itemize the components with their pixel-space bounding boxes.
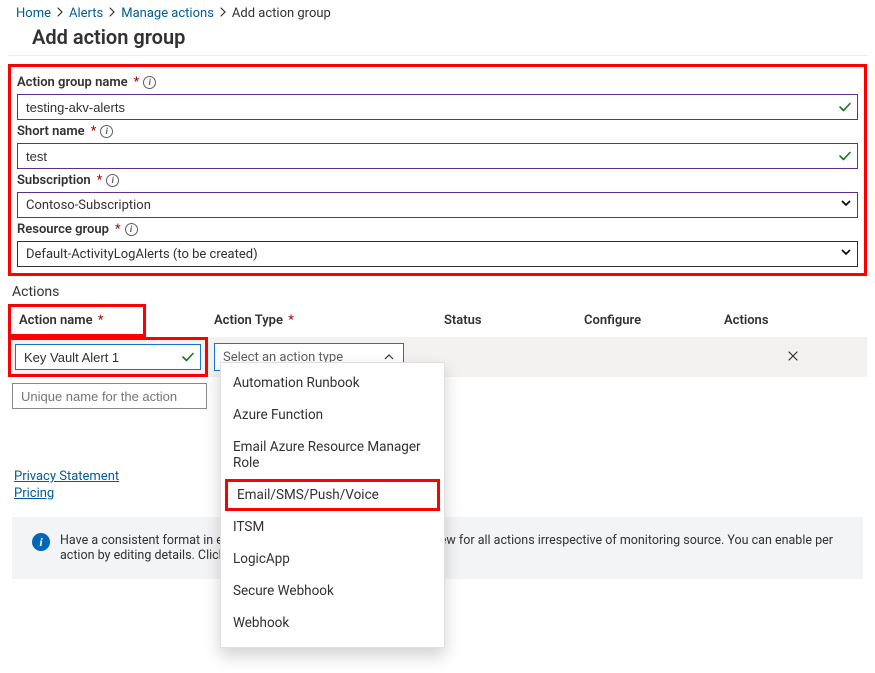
resource-group-label-row: Resource group * i	[17, 222, 858, 237]
required-mark: *	[97, 173, 103, 188]
page-title: Add action group	[32, 25, 867, 49]
dropdown-item-email-arm-role[interactable]: Email Azure Resource Manager Role	[221, 431, 444, 479]
configure-cell	[578, 353, 718, 361]
short-name-label-row: Short name * i	[17, 124, 858, 139]
resource-group-select-wrap: Default-ActivityLogAlerts (to be created…	[17, 241, 858, 267]
action-name-header-callout: Action name *	[8, 304, 146, 337]
row-actions-cell	[718, 344, 867, 371]
short-name-input[interactable]	[17, 143, 858, 169]
action-type-header: Action Type *	[208, 305, 438, 336]
action-name-placeholder-input[interactable]	[12, 383, 207, 409]
required-mark: *	[115, 222, 121, 237]
subscription-selected-value: Contoso-Subscription	[26, 198, 151, 213]
status-header: Status	[438, 305, 578, 336]
action-group-name-label: Action group name	[17, 75, 128, 90]
action-name-cell	[8, 337, 208, 377]
remove-row-button[interactable]	[786, 348, 800, 367]
resource-group-label: Resource group	[17, 222, 109, 237]
action-name-input-wrap	[15, 344, 201, 370]
action-name-header-label: Action name	[19, 313, 93, 328]
actions-header-col: Actions	[718, 305, 867, 336]
breadcrumb-current: Add action group	[232, 6, 331, 21]
valid-check-icon	[838, 100, 852, 114]
breadcrumb-home[interactable]: Home	[16, 6, 51, 21]
dropdown-item-email-sms-push-voice[interactable]: Email/SMS/Push/Voice	[225, 479, 440, 511]
actions-table-header: Action name * Action Type * Status Confi…	[8, 304, 867, 337]
subscription-label: Subscription	[17, 173, 91, 188]
subscription-label-row: Subscription * i	[17, 173, 858, 188]
resource-group-select[interactable]: Default-ActivityLogAlerts (to be created…	[17, 241, 858, 267]
info-icon[interactable]: i	[125, 223, 138, 236]
form-callout: Action group name * i Short name * i Sub…	[8, 64, 867, 276]
breadcrumb: Home Alerts Manage actions Add action gr…	[8, 0, 867, 25]
action-group-name-input[interactable]	[17, 94, 858, 120]
required-mark: *	[134, 75, 140, 90]
breadcrumb-alerts[interactable]: Alerts	[69, 6, 103, 21]
action-name-header-cell: Action name *	[8, 304, 208, 337]
action-name-input[interactable]	[15, 344, 201, 370]
valid-check-icon	[838, 149, 852, 163]
dropdown-item-automation-runbook[interactable]: Automation Runbook	[221, 367, 444, 399]
action-type-header-label: Action Type	[214, 313, 283, 328]
breadcrumb-separator	[220, 6, 226, 21]
required-mark: *	[98, 313, 104, 328]
info-icon[interactable]: i	[106, 174, 119, 187]
required-mark: *	[91, 124, 97, 139]
dropdown-item-logicapp[interactable]: LogicApp	[221, 543, 444, 575]
status-cell	[438, 353, 578, 361]
short-name-input-wrap	[17, 143, 858, 169]
breadcrumb-separator	[57, 6, 63, 21]
configure-header: Configure	[578, 305, 718, 336]
subscription-select-wrap: Contoso-Subscription	[17, 192, 858, 218]
info-icon[interactable]: i	[100, 125, 113, 138]
info-banner-text: Have a consistent format in email notifi…	[60, 533, 843, 563]
action-group-name-input-wrap	[17, 94, 858, 120]
short-name-label: Short name	[17, 124, 85, 139]
valid-check-icon	[181, 350, 195, 364]
action-name-callout	[8, 337, 208, 377]
resource-group-selected-value: Default-ActivityLogAlerts (to be created…	[26, 247, 258, 262]
info-icon: i	[32, 533, 50, 551]
info-icon[interactable]: i	[143, 76, 156, 89]
action-group-name-label-row: Action group name * i	[17, 75, 858, 90]
required-mark: *	[288, 313, 294, 328]
actions-heading: Actions	[12, 284, 867, 300]
dropdown-item-webhook[interactable]: Webhook	[221, 607, 444, 639]
breadcrumb-separator	[109, 6, 115, 21]
dropdown-item-itsm[interactable]: ITSM	[221, 511, 444, 543]
breadcrumb-manage-actions[interactable]: Manage actions	[121, 6, 214, 21]
divider	[8, 55, 867, 56]
subscription-select[interactable]: Contoso-Subscription	[17, 192, 858, 218]
action-type-dropdown-panel: Automation Runbook Azure Function Email …	[220, 362, 445, 648]
dropdown-item-secure-webhook[interactable]: Secure Webhook	[221, 575, 444, 607]
dropdown-item-azure-function[interactable]: Azure Function	[221, 399, 444, 431]
